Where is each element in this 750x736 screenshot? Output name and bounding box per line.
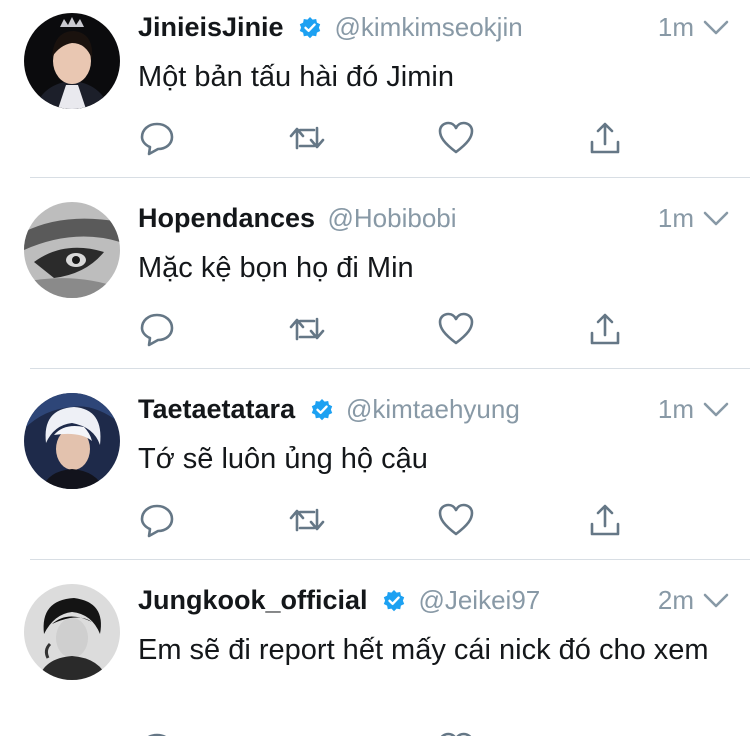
display-name[interactable]: Taetaetatara [138,394,295,424]
divider [30,177,750,178]
heart-icon[interactable] [436,729,476,736]
display-name[interactable]: JinieisJinie [138,12,284,42]
tweet-header: Jungkook_official @Jeikei97 2m [138,585,730,619]
chevron-down-icon[interactable] [702,591,730,611]
tweet[interactable]: Jungkook_official @Jeikei97 2m Em sẽ đi … [0,573,750,736]
tweet-actions [138,118,638,158]
tweet[interactable]: JinieisJinie @kimkimseokjin 1m Một bản t… [0,0,750,178]
share-icon[interactable] [585,500,625,540]
tweet-actions [138,729,638,736]
display-name[interactable]: Jungkook_official [138,585,368,615]
avatar[interactable] [24,584,120,680]
divider [30,368,750,369]
retweet-icon[interactable] [287,500,327,540]
tweet-header: Hopendances @Hobibobi 1m [138,203,730,237]
verified-badge-icon [298,16,322,40]
user-handle[interactable]: @kimkimseokjin [334,12,522,42]
user-handle[interactable]: @Hobibobi [328,203,457,233]
verified-badge-icon [382,589,406,613]
display-name[interactable]: Hopendances [138,203,315,233]
tweet-text: Một bản tấu hài đó Jimin [138,61,454,93]
tweet[interactable]: Taetaetatara @kimtaehyung 1m Tớ sẽ luôn … [0,382,750,560]
avatar[interactable] [24,202,120,298]
chevron-down-icon[interactable] [702,400,730,420]
tweet-feed: JinieisJinie @kimkimseokjin 1m Một bản t… [0,0,750,736]
retweet-icon[interactable] [287,309,327,349]
timestamp[interactable]: 1m [658,394,694,425]
timestamp[interactable]: 1m [658,12,694,43]
verified-badge-icon [310,398,334,422]
divider [30,559,750,560]
avatar[interactable] [24,393,120,489]
user-handle[interactable]: @kimtaehyung [346,394,520,424]
user-handle[interactable]: @Jeikei97 [418,585,540,615]
reply-icon[interactable] [137,309,177,349]
tweet-actions [138,500,638,540]
share-icon[interactable] [585,309,625,349]
tweet-text: Em sẽ đi report hết mấy cái nick đó cho … [138,634,709,666]
chevron-down-icon[interactable] [702,209,730,229]
reply-icon[interactable] [137,118,177,158]
share-icon[interactable] [585,118,625,158]
tweet[interactable]: Hopendances @Hobibobi 1m Mặc kệ bọn họ đ… [0,191,750,369]
tweet-text: Mặc kệ bọn họ đi Min [138,252,414,284]
tweet-header: JinieisJinie @kimkimseokjin 1m [138,12,730,46]
tweet-header: Taetaetatara @kimtaehyung 1m [138,394,730,428]
timestamp[interactable]: 1m [658,203,694,234]
reply-icon[interactable] [137,500,177,540]
heart-icon[interactable] [436,118,476,158]
heart-icon[interactable] [436,500,476,540]
tweet-actions [138,309,638,349]
tweet-text: Tớ sẽ luôn ủng hộ cậu [138,443,428,475]
chevron-down-icon[interactable] [702,18,730,38]
timestamp[interactable]: 2m [658,585,694,616]
retweet-icon[interactable] [287,118,327,158]
reply-icon[interactable] [138,729,177,736]
avatar[interactable] [24,13,120,109]
heart-icon[interactable] [436,309,476,349]
